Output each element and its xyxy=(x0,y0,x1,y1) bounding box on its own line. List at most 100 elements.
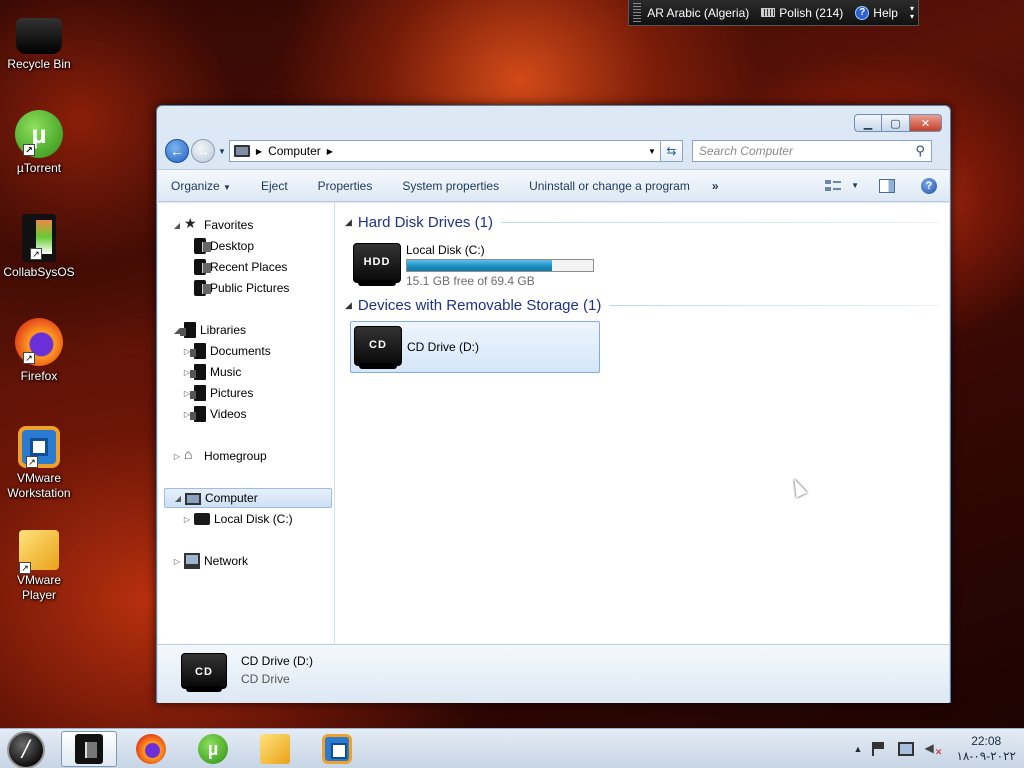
minimize-button[interactable]: ▁ xyxy=(854,114,882,132)
help-label: Help xyxy=(873,5,898,20)
group-header-removable[interactable]: ◢ Devices with Removable Storage (1) xyxy=(345,297,939,314)
change-view-icon[interactable] xyxy=(825,179,842,192)
language-label: AR Arabic (Algeria) xyxy=(647,5,750,20)
refresh-button[interactable]: ⇆ xyxy=(660,140,683,162)
address-history-dropdown-icon[interactable]: ▼ xyxy=(648,147,656,156)
show-hidden-icons-button[interactable]: ▲ xyxy=(854,744,863,754)
maximize-button[interactable]: ▢ xyxy=(882,114,910,132)
details-item-name: CD Drive (D:) xyxy=(241,654,313,668)
keyboard-layout-button[interactable]: Polish (214) xyxy=(761,6,843,20)
properties-button[interactable]: Properties xyxy=(318,179,373,193)
organize-button[interactable]: Organize ▼ xyxy=(171,179,231,193)
favorites-star-icon xyxy=(184,215,200,233)
utorrent-icon: µ xyxy=(198,734,228,764)
nav-item-pictures[interactable]: ▷ Pictures xyxy=(182,383,253,403)
desktop-icon-firefox[interactable]: ↗ Firefox xyxy=(4,318,74,384)
breadcrumb-chevron-icon[interactable]: ▶ xyxy=(256,147,262,156)
group-header-hard-disk[interactable]: ◢ Hard Disk Drives (1) xyxy=(345,214,939,231)
address-bar[interactable]: ▶ Computer ▶ ▼ xyxy=(228,140,661,162)
collapsed-triangle-icon[interactable]: ▷ xyxy=(172,452,182,461)
collabsysos-icon: ↗ xyxy=(22,214,56,262)
nav-item-network[interactable]: ▷ Network xyxy=(172,551,248,571)
nav-item-documents[interactable]: ▷ Documents xyxy=(182,341,271,361)
expanded-triangle-icon[interactable]: ◢ xyxy=(172,221,182,230)
navigation-bar: ← → ▼ ▶ Computer ▶ ▼ ⇆ Search Computer ⚲ xyxy=(165,138,942,164)
notification-area: ▲ 22:08 ٢٠٢٢-٠٩-١٨ xyxy=(854,729,1016,768)
forward-button[interactable]: → xyxy=(191,139,215,163)
homegroup-icon xyxy=(184,446,200,464)
nav-item-desktop[interactable]: Desktop xyxy=(192,236,254,256)
expanded-triangle-icon[interactable]: ◢ xyxy=(173,494,183,503)
taskbar-vmware-workstation-button[interactable] xyxy=(309,731,365,767)
taskbar-vmware-player-button[interactable] xyxy=(247,731,303,767)
taskbar-firefox-button[interactable] xyxy=(123,731,179,767)
capacity-bar-fill xyxy=(407,260,553,271)
help-button[interactable]: ? xyxy=(921,177,937,194)
collapsed-triangle-icon[interactable]: ▷ xyxy=(182,515,192,524)
action-center-flag-icon[interactable] xyxy=(872,742,888,756)
nav-item-computer[interactable]: ◢ Computer xyxy=(164,488,332,508)
nav-item-favorites[interactable]: ◢ Favorites xyxy=(172,215,253,235)
system-properties-button[interactable]: System properties xyxy=(402,179,499,193)
desktop-icon-utorrent[interactable]: µ ↗ µTorrent xyxy=(4,110,74,176)
language-bar-options-icon[interactable]: ▾ ▾ xyxy=(910,4,914,21)
close-button[interactable]: ✕ xyxy=(910,114,942,132)
drive-name: CD Drive (D:) xyxy=(407,340,479,354)
desktop-icon-vmware-workstation[interactable]: ↗ VMware Workstation xyxy=(4,422,74,501)
nav-item-label: Recent Places xyxy=(210,260,288,274)
desktop-icon-label: CollabSysOS xyxy=(3,265,75,279)
language-bar: AR Arabic (Algeria) Polish (214) ? Help … xyxy=(628,0,919,26)
nav-item-music[interactable]: ▷ Music xyxy=(182,362,241,382)
explorer-window: ▁ ▢ ✕ ← → ▼ ▶ Computer ▶ ▼ ⇆ Search Comp… xyxy=(156,105,951,703)
nav-item-label: Music xyxy=(210,365,242,379)
hdd-drive-icon xyxy=(353,243,401,286)
nav-item-libraries[interactable]: ◢ Libraries xyxy=(172,320,246,340)
search-input[interactable]: Search Computer ⚲ xyxy=(691,140,932,162)
forward-arrow-icon: → xyxy=(196,143,210,159)
firefox-icon xyxy=(136,734,166,764)
back-button[interactable]: ← xyxy=(165,139,189,163)
more-commands-button[interactable]: » xyxy=(712,179,719,193)
preview-pane-icon[interactable] xyxy=(879,178,895,193)
breadcrumb-computer[interactable]: Computer xyxy=(268,144,321,158)
desktop-icon-collabsysos[interactable]: ↗ CollabSysOS xyxy=(3,214,75,280)
breadcrumb-chevron-icon[interactable]: ▶ xyxy=(327,147,333,156)
shortcut-arrow-icon: ↗ xyxy=(19,562,31,574)
taskbar-explorer-button[interactable] xyxy=(61,731,117,767)
network-status-icon[interactable] xyxy=(898,742,915,756)
details-item-type: CD Drive xyxy=(241,672,290,686)
nav-item-local-disk[interactable]: ▷ Local Disk (C:) xyxy=(182,509,293,529)
nav-item-videos[interactable]: ▷ Videos xyxy=(182,404,246,424)
nav-item-label: Local Disk (C:) xyxy=(214,512,293,526)
vmware-player-icon: ↗ xyxy=(19,530,59,574)
clock[interactable]: 22:08 ٢٠٢٢-٠٩-١٨ xyxy=(956,734,1016,764)
nav-item-public-pictures[interactable]: Public Pictures xyxy=(192,278,289,298)
volume-muted-icon[interactable] xyxy=(924,741,942,758)
recent-pages-dropdown-icon[interactable]: ▼ xyxy=(218,147,226,156)
nav-item-homegroup[interactable]: ▷ Homegroup xyxy=(172,446,267,466)
language-bar-help-button[interactable]: ? Help xyxy=(855,5,898,20)
input-language-button[interactable]: AR Arabic (Algeria) xyxy=(647,6,749,20)
language-bar-grip[interactable] xyxy=(633,2,642,23)
nav-item-recent-places[interactable]: Recent Places xyxy=(192,257,287,277)
desktop-icon-label: VMware Workstation xyxy=(7,471,71,500)
nav-item-label: Desktop xyxy=(210,239,255,253)
computer-icon xyxy=(233,145,250,157)
collapsed-triangle-icon[interactable]: ▷ xyxy=(172,557,182,566)
group-collapse-icon[interactable]: ◢ xyxy=(345,217,352,228)
nav-item-label: Network xyxy=(204,554,249,568)
taskbar-utorrent-button[interactable]: µ xyxy=(185,731,241,767)
start-button[interactable]: / xyxy=(7,731,45,768)
uninstall-program-button[interactable]: Uninstall or change a program xyxy=(529,179,690,193)
nav-item-label: Homegroup xyxy=(204,449,267,463)
desktop-icon-vmware-player[interactable]: ↗ VMware Player xyxy=(4,526,74,603)
group-collapse-icon[interactable]: ◢ xyxy=(345,300,352,311)
search-icon[interactable]: ⚲ xyxy=(915,143,925,159)
eject-button[interactable]: Eject xyxy=(261,179,288,193)
drive-tile-cd[interactable]: CD Drive (D:) xyxy=(350,321,600,373)
vmware-player-icon xyxy=(260,734,290,764)
nav-item-label: Public Pictures xyxy=(210,281,290,295)
view-options-dropdown-icon[interactable]: ▼ xyxy=(851,181,859,190)
desktop-icon-label: µTorrent xyxy=(16,161,62,175)
desktop-icon-recycle-bin[interactable]: Recycle Bin xyxy=(4,10,74,72)
